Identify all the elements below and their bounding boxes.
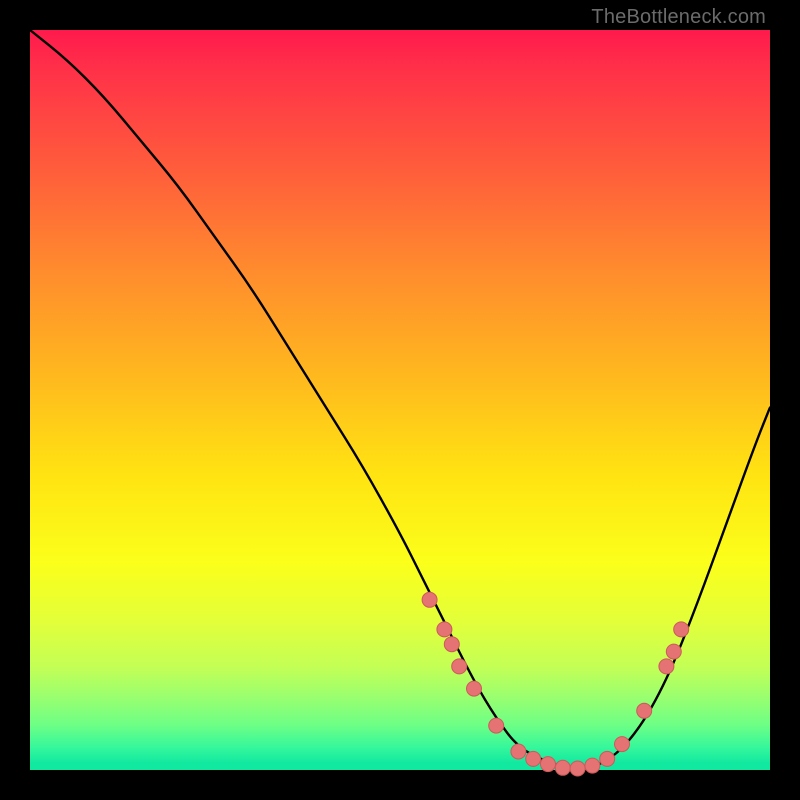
data-point <box>511 744 526 759</box>
data-point <box>570 761 585 776</box>
bottleneck-curve <box>30 30 770 768</box>
data-point <box>659 659 674 674</box>
data-point <box>437 622 452 637</box>
data-point <box>585 758 600 773</box>
data-point <box>541 757 556 772</box>
data-point <box>467 681 482 696</box>
data-point <box>422 592 437 607</box>
data-point <box>615 737 630 752</box>
data-point <box>555 760 570 775</box>
data-point <box>666 644 681 659</box>
chart-frame: TheBottleneck.com <box>0 0 800 800</box>
watermark-text: TheBottleneck.com <box>591 6 766 29</box>
data-point <box>526 751 541 766</box>
bottleneck-curve-svg <box>30 30 770 770</box>
data-point <box>444 637 459 652</box>
data-points <box>422 592 689 776</box>
data-point <box>600 751 615 766</box>
data-point <box>489 718 504 733</box>
data-point <box>452 659 467 674</box>
data-point <box>674 622 689 637</box>
data-point <box>637 703 652 718</box>
